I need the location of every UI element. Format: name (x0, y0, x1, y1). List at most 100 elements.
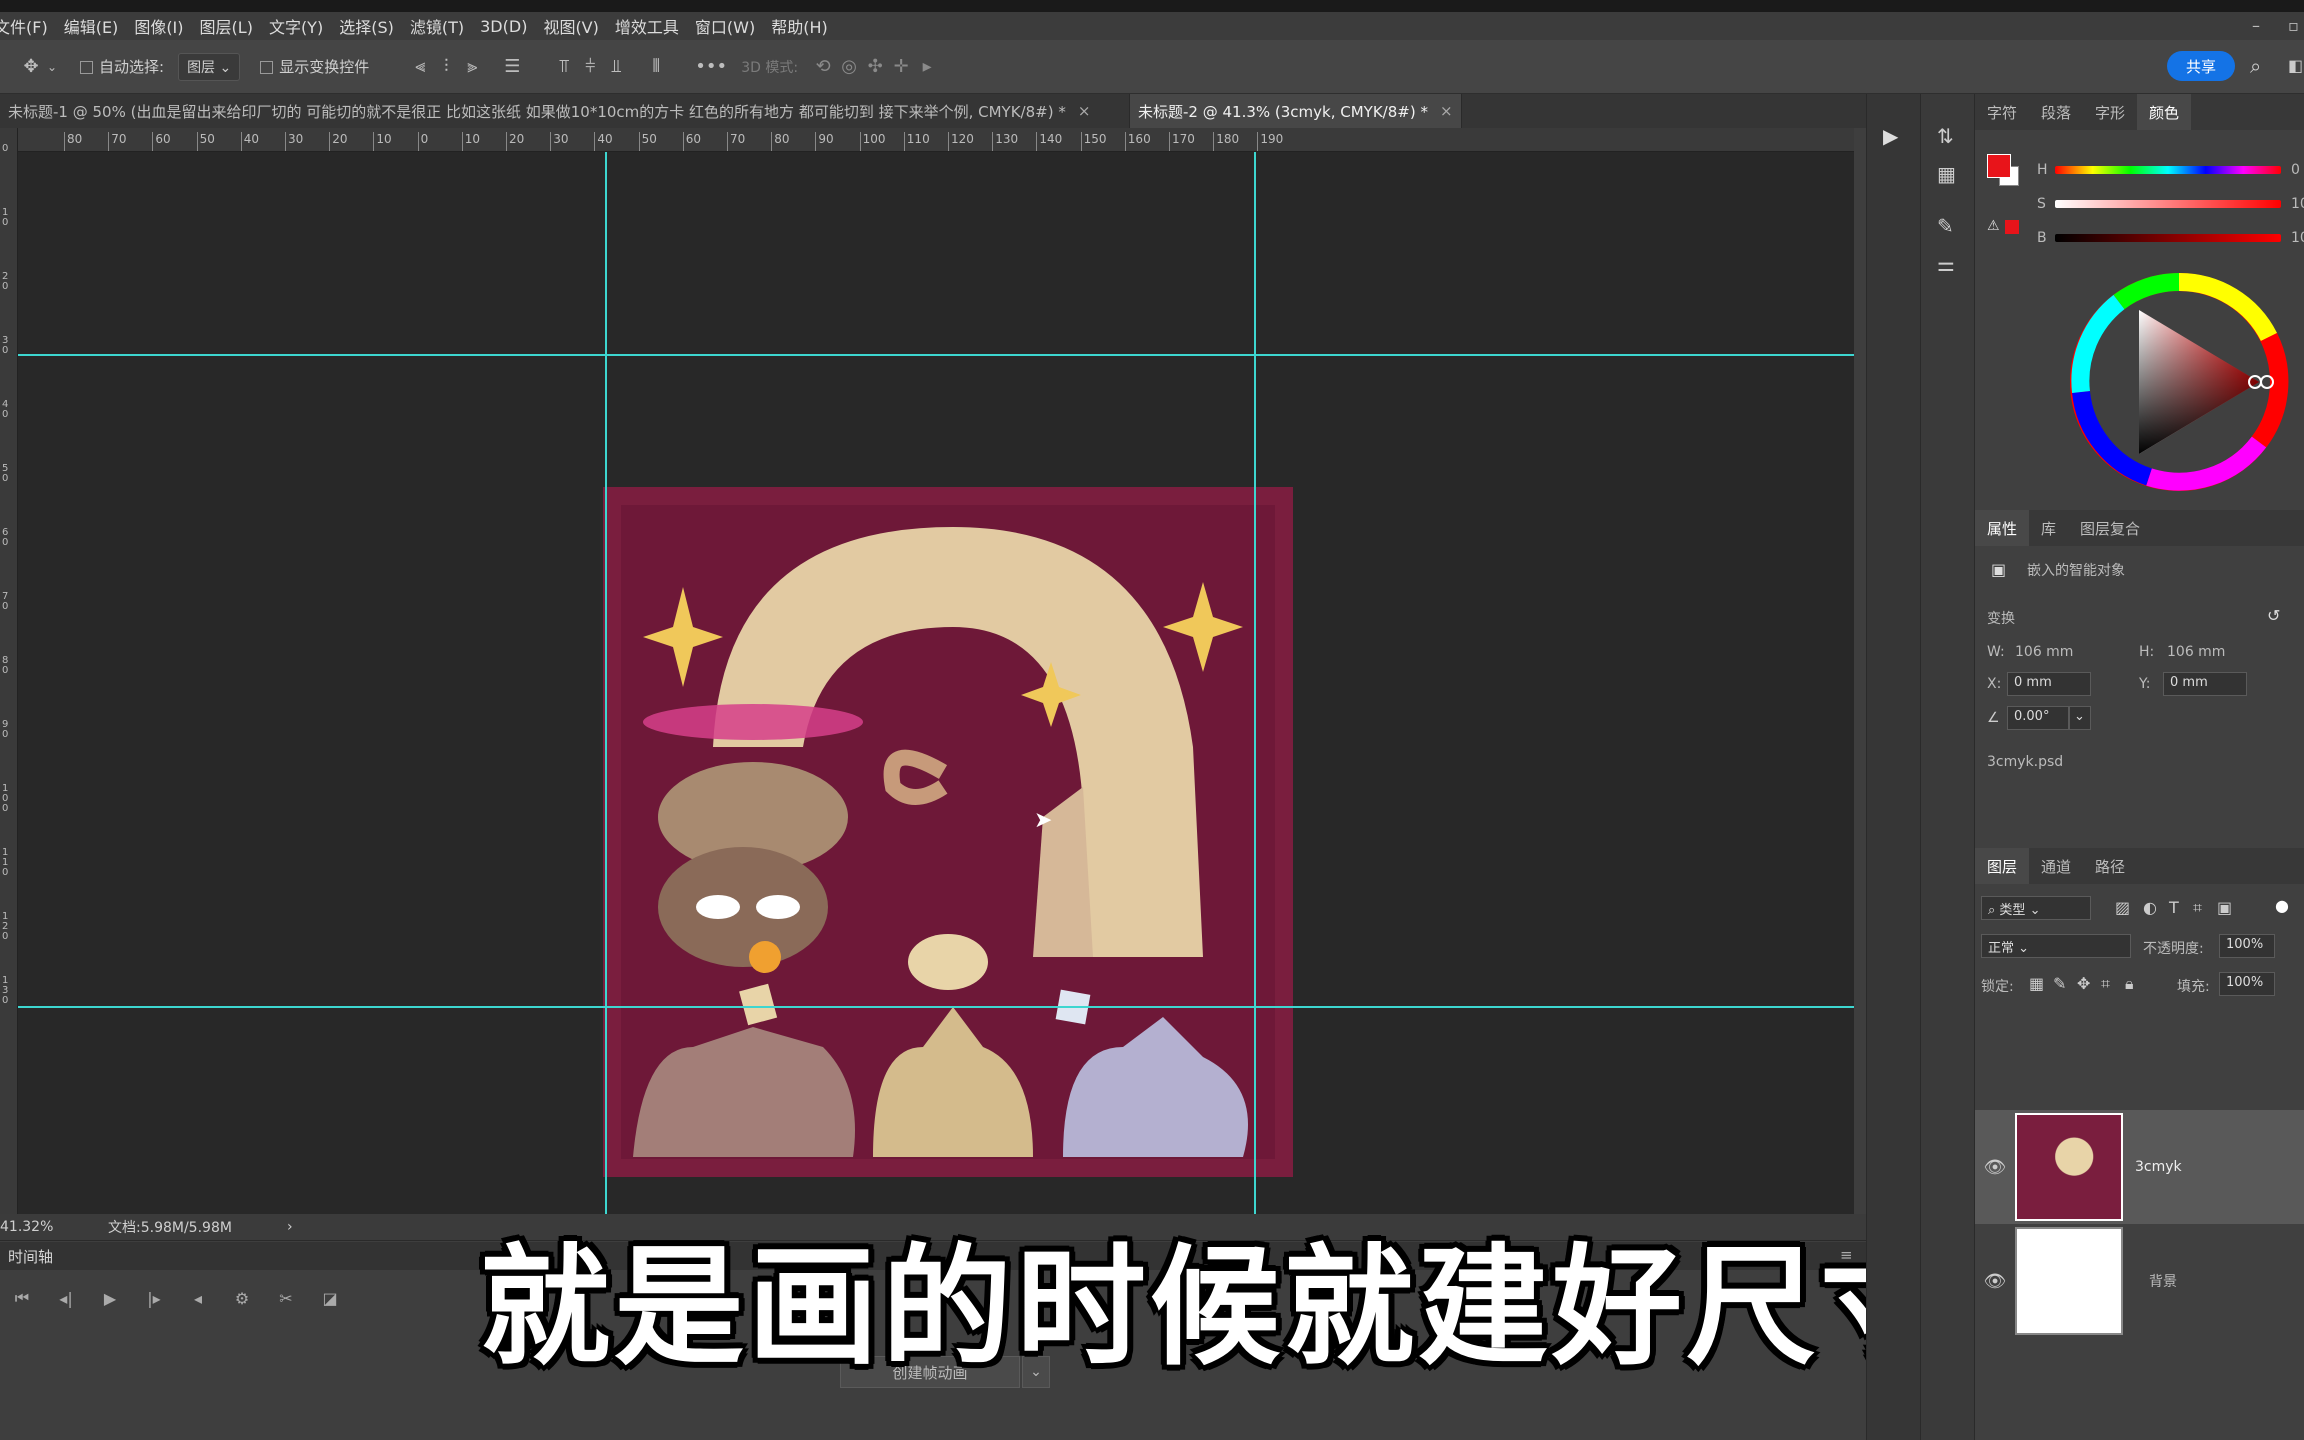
filter-toggle-icon[interactable]: ● (2275, 896, 2289, 915)
align-right-icon[interactable]: ⫸ (459, 56, 485, 77)
show-transform-checkbox[interactable] (260, 58, 279, 76)
menu-view[interactable]: 视图(V) (535, 14, 606, 38)
distribute-icon[interactable]: ☰ (499, 56, 525, 77)
opacity-field[interactable]: 100% (2219, 934, 2275, 958)
share-button[interactable]: 共享 (2167, 51, 2235, 81)
tab-paragraph[interactable]: 段落 (2029, 102, 2083, 123)
filter-smart-icon[interactable]: ▣ (2217, 898, 2232, 917)
menu-file[interactable]: 文件(F) (0, 14, 56, 38)
visibility-eye-icon[interactable]: 👁︎ (1975, 1157, 2015, 1178)
menu-plugins[interactable]: 增效工具 (607, 14, 687, 38)
filter-shape-icon[interactable]: ⌗ (2193, 898, 2202, 918)
menu-window[interactable]: 窗口(W) (687, 14, 763, 38)
layer-row-background[interactable]: 👁︎ 背景 (1975, 1224, 2304, 1338)
canvas-area[interactable]: ➤ (18, 152, 1854, 1216)
status-arrow-icon[interactable]: › (287, 1219, 293, 1235)
brush-settings-icon[interactable]: ✎ (1937, 214, 1954, 238)
filter-pixel-icon[interactable]: ▨ (2115, 898, 2130, 917)
gamut-swatch[interactable] (2005, 220, 2019, 234)
visibility-eye-icon[interactable]: 👁︎ (1975, 1271, 2015, 1292)
height-value[interactable]: 106 mm (2167, 644, 2225, 660)
fill-field[interactable]: 100% (2219, 972, 2275, 996)
transition-icon[interactable]: ◪ (308, 1289, 352, 1308)
tab-document-1[interactable]: 未标题-1 @ 50% (出血是留出来给印厂切的 可能切的就不是很正 比如这张纸… (0, 94, 1130, 128)
align-left-icon[interactable]: ⫷ (407, 56, 433, 77)
foreground-color-swatch[interactable] (1987, 154, 2011, 178)
menu-help[interactable]: 帮助(H) (763, 14, 836, 38)
lock-all-icon[interactable]: 🔒︎ (2125, 974, 2134, 994)
layer-name[interactable]: 3cmyk (2135, 1159, 2182, 1175)
zoom-level[interactable]: 41.32% (0, 1219, 100, 1235)
blend-mode-dropdown[interactable]: 正常 ⌄ (1981, 934, 2131, 958)
prev-frame-icon[interactable]: ◂| (44, 1289, 88, 1308)
auto-select-dropdown[interactable]: 图层 ⌄ (178, 52, 241, 81)
menu-type[interactable]: 文字(Y) (261, 14, 331, 38)
x-field[interactable]: 0 mm (2007, 672, 2091, 696)
history-icon[interactable]: ⇅ (1937, 124, 1954, 148)
tab-library[interactable]: 库 (2029, 518, 2068, 539)
tab-paths[interactable]: 路径 (2083, 856, 2137, 877)
search-icon[interactable]: ⌕ (2250, 54, 2261, 78)
3d-slide-icon[interactable]: ✛ (888, 56, 914, 77)
align-bottom-icon[interactable]: ⫫ (603, 56, 629, 77)
lock-move-icon[interactable]: ✥ (2077, 974, 2090, 993)
3d-camera-icon[interactable]: ▸ (914, 56, 940, 77)
menu-layer[interactable]: 图层(L) (192, 14, 261, 38)
settings-icon[interactable]: ⚙ (220, 1289, 264, 1308)
tab-channels[interactable]: 通道 (2029, 856, 2083, 877)
menu-image[interactable]: 图像(I) (126, 14, 191, 38)
play-action-icon[interactable]: ▶ (1883, 124, 1898, 148)
y-field[interactable]: 0 mm (2163, 672, 2247, 696)
menu-3d[interactable]: 3D(D) (472, 17, 535, 36)
chevron-down-icon[interactable]: ⌄ (44, 60, 60, 74)
h-value[interactable]: 0 (2291, 162, 2300, 178)
auto-select-checkbox[interactable] (80, 58, 99, 76)
adjustments-icon[interactable]: ⚌ (1937, 252, 1955, 276)
s-value[interactable]: 10 (2291, 196, 2304, 212)
layer-filter-dropdown[interactable]: ⌕ 类型 ⌄ (1981, 896, 2091, 920)
align-top-icon[interactable]: ⫪ (551, 56, 577, 77)
timeline-title[interactable]: 时间轴 (8, 1246, 53, 1267)
guide-horizontal-bottom[interactable] (18, 1006, 1854, 1008)
minimize-icon[interactable]: – (2252, 16, 2260, 35)
audio-icon[interactable]: ◂ (176, 1289, 220, 1308)
lock-transparent-icon[interactable]: ▦ (2029, 974, 2044, 993)
tab-layer-comps[interactable]: 图层复合 (2068, 518, 2152, 539)
lock-artboard-icon[interactable]: ⌗ (2101, 974, 2110, 994)
menu-select[interactable]: 选择(S) (331, 14, 402, 38)
layer-name[interactable]: 背景 (2149, 1271, 2177, 1291)
tab-color[interactable]: 颜色 (2137, 94, 2192, 130)
play-icon[interactable]: ▶ (88, 1289, 132, 1308)
layer-row-3cmyk[interactable]: 👁︎ 3cmyk (1975, 1110, 2304, 1224)
angle-field[interactable]: 0.00° (2007, 706, 2069, 730)
more-options-icon[interactable]: ••• (695, 56, 727, 77)
3d-drag-icon[interactable]: ✣ (862, 56, 888, 77)
table-icon[interactable]: ▦ (1937, 162, 1956, 186)
filter-type-icon[interactable]: T (2169, 898, 2179, 917)
3d-roll-icon[interactable]: ◎ (836, 56, 862, 77)
angle-dropdown[interactable]: ⌄ (2069, 706, 2091, 730)
align-middle-icon[interactable]: ⫩ (577, 56, 603, 77)
lock-brush-icon[interactable]: ✎ (2053, 974, 2066, 993)
guide-vertical-right[interactable] (1254, 152, 1256, 1216)
3d-rotate-icon[interactable]: ⟲ (810, 56, 836, 77)
tab-document-2[interactable]: 未标题-2 @ 41.3% (3cmyk, CMYK/8#) * × (1130, 94, 1462, 128)
width-value[interactable]: 106 mm (2015, 644, 2073, 660)
tab-glyphs[interactable]: 字形 (2083, 102, 2137, 123)
first-frame-icon[interactable]: ⏮ (0, 1288, 44, 1308)
close-icon[interactable]: × (1078, 102, 1091, 120)
tab-properties[interactable]: 属性 (1975, 510, 2030, 546)
split-icon[interactable]: ✂ (264, 1289, 308, 1308)
hue-slider[interactable] (2055, 166, 2281, 174)
menu-filter[interactable]: 滤镜(T) (402, 14, 472, 38)
align-center-icon[interactable]: ⫶ (433, 56, 459, 77)
next-frame-icon[interactable]: |▸ (132, 1289, 176, 1308)
artwork-canvas[interactable] (603, 487, 1293, 1177)
close-icon[interactable]: × (1440, 102, 1453, 120)
move-tool-icon[interactable]: ✥ (18, 56, 44, 77)
reset-transform-icon[interactable]: ↺ (2267, 606, 2280, 625)
guide-horizontal-top[interactable] (18, 354, 1854, 356)
menu-edit[interactable]: 编辑(E) (56, 14, 127, 38)
brightness-slider[interactable] (2055, 234, 2281, 242)
workspace-icon[interactable]: ◧ (2288, 56, 2303, 75)
